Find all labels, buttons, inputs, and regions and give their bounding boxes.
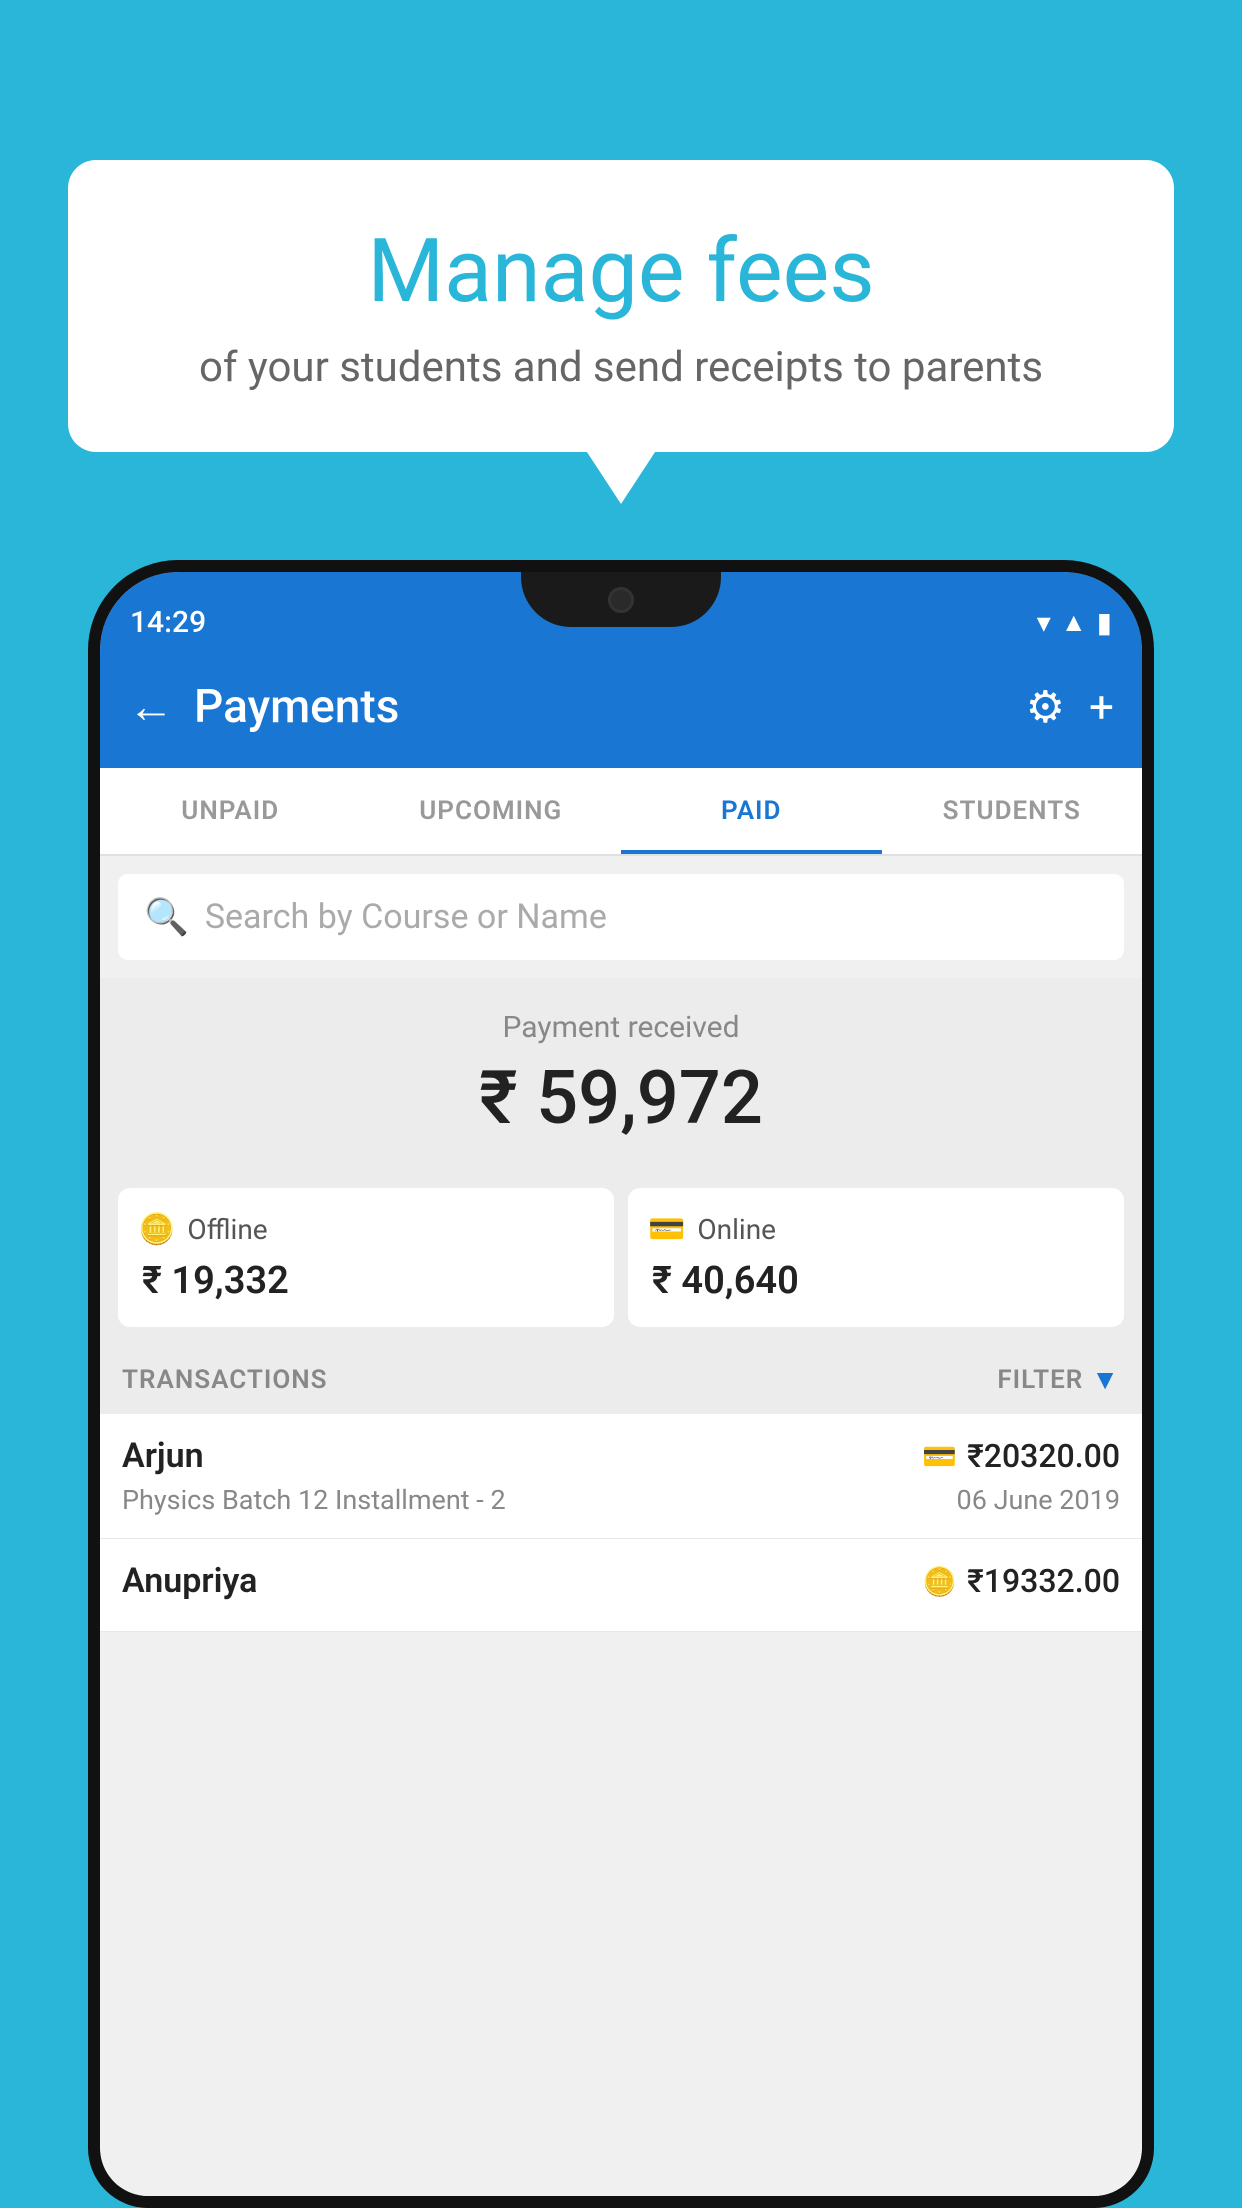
phone-screen: 14:29 ▾ ▲ ▮ ← Payments ⚙	[100, 572, 1142, 2196]
signal-icon: ▲	[1061, 607, 1087, 638]
bubble-subtitle: of your students and send receipts to pa…	[118, 343, 1124, 392]
tab-upcoming[interactable]: UPCOMING	[361, 768, 622, 854]
phone-device: 14:29 ▾ ▲ ▮ ← Payments ⚙	[88, 560, 1154, 2208]
back-button[interactable]: ←	[128, 684, 174, 730]
wifi-icon: ▾	[1037, 606, 1051, 639]
tab-unpaid[interactable]: UNPAID	[100, 768, 361, 854]
filter-button[interactable]: FILTER ▼	[997, 1363, 1120, 1396]
toolbar-left: ← Payments	[128, 680, 399, 734]
transaction-name-1: Arjun	[122, 1436, 204, 1476]
transaction-top-2: Anupriya 🪙 ₹19332.00	[122, 1561, 1120, 1601]
online-amount: ₹ 40,640	[648, 1259, 1104, 1303]
search-icon: 🔍	[144, 896, 189, 938]
transaction-date-1: 06 June 2019	[957, 1484, 1120, 1516]
settings-icon[interactable]: ⚙	[1026, 681, 1065, 733]
transaction-name-2: Anupriya	[122, 1561, 257, 1601]
transaction-row[interactable]: Arjun 💳 ₹20320.00 Physics Batch 12 Insta…	[100, 1414, 1142, 1539]
payment-cards-row: 🪙 Offline ₹ 19,332 💳 Online ₹ 40,640	[100, 1170, 1142, 1345]
status-icons: ▾ ▲ ▮	[1037, 606, 1112, 639]
payment-type-icon-2: 🪙	[922, 1565, 957, 1598]
scroll-area: 🔍 Search by Course or Name Payment recei…	[100, 856, 1142, 2196]
transaction-amount-2: ₹19332.00	[967, 1562, 1120, 1600]
offline-card-header: 🪙 Offline	[138, 1212, 594, 1247]
transaction-amount-wrap-2: 🪙 ₹19332.00	[922, 1562, 1120, 1600]
transaction-amount-wrap-1: 💳 ₹20320.00	[922, 1437, 1120, 1475]
offline-label: Offline	[187, 1213, 267, 1246]
phone-vol-down-button	[88, 912, 94, 1012]
online-card: 💳 Online ₹ 40,640	[628, 1188, 1124, 1327]
transactions-header: TRANSACTIONS FILTER ▼	[100, 1345, 1142, 1414]
phone-power-button	[1148, 872, 1154, 952]
offline-card: 🪙 Offline ₹ 19,332	[118, 1188, 614, 1327]
tab-students[interactable]: STUDENTS	[882, 768, 1143, 854]
tab-paid[interactable]: PAID	[621, 768, 882, 854]
transaction-amount-1: ₹20320.00	[967, 1437, 1120, 1475]
offline-icon: 🪙	[138, 1212, 175, 1247]
transaction-course-1: Physics Batch 12 Installment - 2	[122, 1484, 506, 1516]
online-icon: 💳	[648, 1212, 685, 1247]
app-bar: 14:29 ▾ ▲ ▮ ← Payments ⚙	[100, 572, 1142, 768]
transactions-label: TRANSACTIONS	[122, 1365, 328, 1395]
payment-received-label: Payment received	[120, 1010, 1122, 1045]
bubble-title: Manage fees	[118, 220, 1124, 323]
camera	[608, 587, 634, 613]
payment-received-amount: ₹ 59,972	[120, 1055, 1122, 1142]
online-card-header: 💳 Online	[648, 1212, 1104, 1247]
phone-notch	[521, 572, 721, 627]
toolbar: ← Payments ⚙ +	[100, 652, 1142, 762]
transaction-top-1: Arjun 💳 ₹20320.00	[122, 1436, 1120, 1476]
search-bar[interactable]: 🔍 Search by Course or Name	[118, 874, 1124, 960]
filter-icon: ▼	[1091, 1363, 1120, 1396]
add-button[interactable]: +	[1089, 681, 1114, 733]
transaction-bottom-1: Physics Batch 12 Installment - 2 06 June…	[122, 1484, 1120, 1516]
status-time: 14:29	[130, 605, 206, 640]
search-placeholder: Search by Course or Name	[205, 897, 607, 937]
speech-bubble: Manage fees of your students and send re…	[68, 160, 1174, 452]
payment-type-icon-1: 💳	[922, 1440, 957, 1473]
battery-icon: ▮	[1097, 606, 1112, 639]
page-title: Payments	[194, 680, 399, 734]
transaction-row[interactable]: Anupriya 🪙 ₹19332.00	[100, 1539, 1142, 1632]
online-label: Online	[697, 1213, 776, 1246]
offline-amount: ₹ 19,332	[138, 1259, 594, 1303]
phone-vol-up-button	[88, 822, 94, 882]
tabs-bar: UNPAID UPCOMING PAID STUDENTS	[100, 768, 1142, 856]
payment-received-section: Payment received ₹ 59,972	[100, 978, 1142, 1170]
filter-label: FILTER	[997, 1365, 1083, 1395]
toolbar-right: ⚙ +	[1026, 681, 1114, 733]
